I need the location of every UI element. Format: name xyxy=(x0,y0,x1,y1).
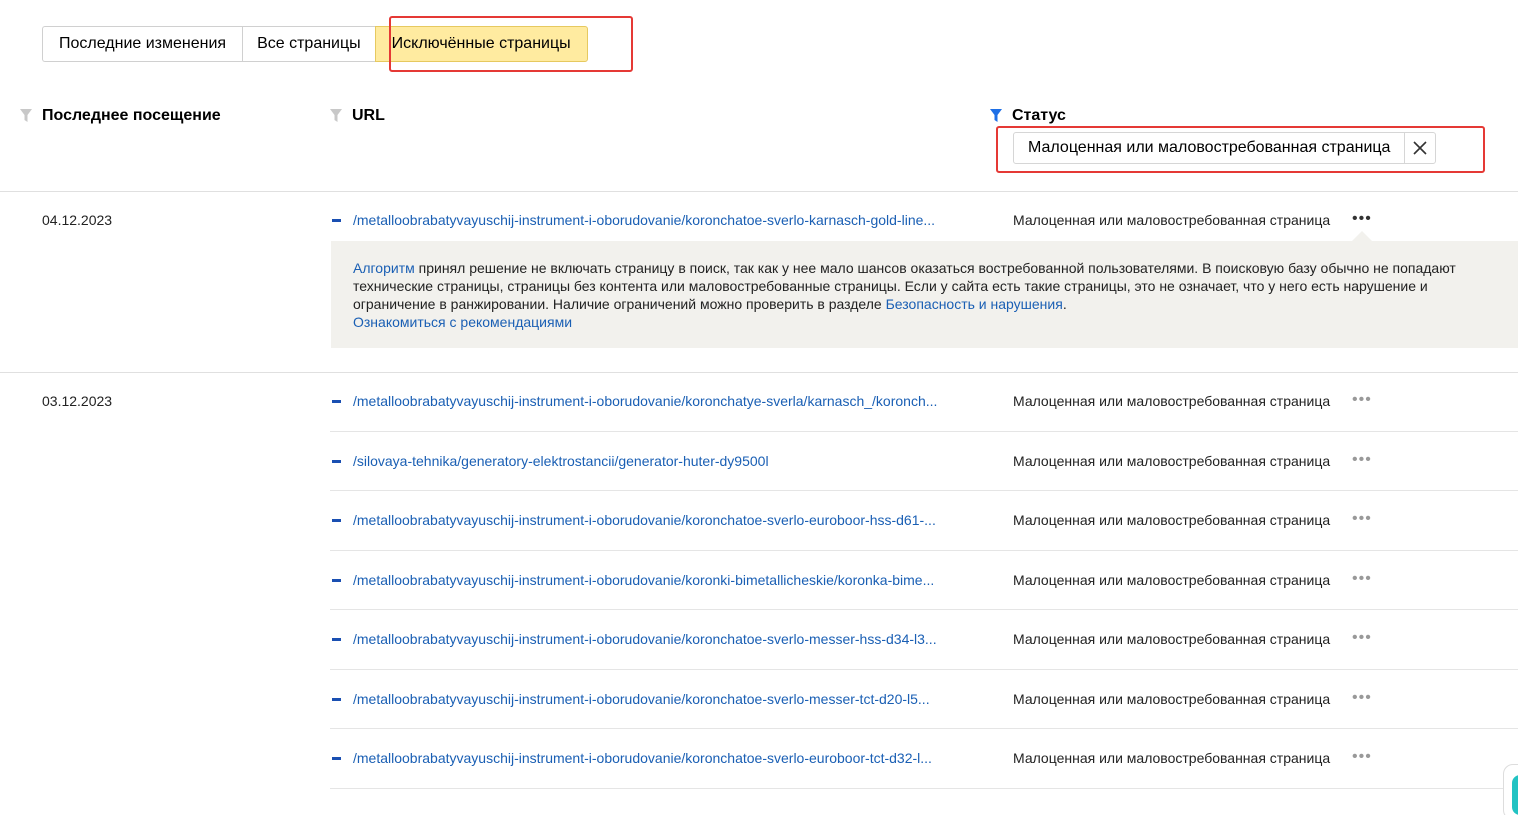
column-header-date[interactable]: Последнее посещение xyxy=(20,107,221,125)
info-panel: Алгоритм принял решение не включать стра… xyxy=(331,241,1518,348)
group-date: 03.12.2023 xyxy=(42,393,113,409)
minus-icon[interactable] xyxy=(332,460,341,463)
table-row[interactable]: /metalloobrabatyvayuschij-instrument-i-o… xyxy=(330,511,1518,571)
row-divider xyxy=(330,728,1518,729)
minus-icon[interactable] xyxy=(332,698,341,701)
url-link[interactable]: /metalloobrabatyvayuschij-instrument-i-o… xyxy=(353,393,983,409)
table-row[interactable]: /metalloobrabatyvayuschij-instrument-i-o… xyxy=(330,630,1518,690)
table-row[interactable]: /metalloobrabatyvayuschij-instrument-i-o… xyxy=(330,749,1518,809)
url-link[interactable]: /metalloobrabatyvayuschij-instrument-i-o… xyxy=(353,750,983,766)
row-status: Малоценная или маловостребованная страни… xyxy=(1013,691,1331,707)
row-divider xyxy=(330,669,1518,670)
column-header-url-label: URL xyxy=(352,107,385,124)
row-status: Малоценная или маловостребованная страни… xyxy=(1013,212,1331,228)
algorithm-link[interactable]: Алгоритм xyxy=(353,260,415,276)
table-row[interactable]: /silovaya-tehnika/generatory-elektrostan… xyxy=(330,452,1518,512)
minus-icon[interactable] xyxy=(332,757,341,760)
url-link[interactable]: /metalloobrabatyvayuschij-instrument-i-o… xyxy=(353,572,983,588)
row-status: Малоценная или маловостребованная страни… xyxy=(1013,393,1331,409)
more-icon[interactable]: ••• xyxy=(1352,630,1372,646)
row-status: Малоценная или маловостребованная страни… xyxy=(1013,572,1331,588)
row-divider xyxy=(330,431,1518,432)
column-header-date-label: Последнее посещение xyxy=(42,107,221,124)
minus-icon[interactable] xyxy=(332,579,341,582)
minus-icon[interactable] xyxy=(332,638,341,641)
table-row[interactable]: /metalloobrabatyvayuschij-instrument-i-o… xyxy=(330,571,1518,631)
tab-all-pages[interactable]: Все страницы xyxy=(242,26,375,62)
info-text-3: ограничение в ранжировании. Наличие огра… xyxy=(353,296,886,312)
table-row[interactable]: /metalloobrabatyvayuschij-instrument-i-o… xyxy=(330,690,1518,750)
close-icon[interactable] xyxy=(1405,133,1435,163)
url-link[interactable]: /metalloobrabatyvayuschij-instrument-i-o… xyxy=(353,512,983,528)
filter-icon[interactable] xyxy=(330,109,342,123)
row-divider xyxy=(330,609,1518,610)
tab-recent-changes[interactable]: Последние изменения xyxy=(42,26,243,62)
info-line-3: ограничение в ранжировании. Наличие огра… xyxy=(353,295,1518,313)
filter-icon[interactable] xyxy=(20,109,32,123)
url-link[interactable]: /metalloobrabatyvayuschij-instrument-i-o… xyxy=(353,212,983,228)
minus-icon[interactable] xyxy=(332,219,341,222)
more-icon[interactable]: ••• xyxy=(1352,690,1372,706)
row-status: Малоценная или маловостребованная страни… xyxy=(1013,453,1331,469)
recommendations-link[interactable]: Ознакомиться с рекомендациями xyxy=(353,314,572,330)
info-text-4: . xyxy=(1062,296,1067,312)
row-divider xyxy=(330,550,1518,551)
url-link[interactable]: /silovaya-tehnika/generatory-elektrostan… xyxy=(353,453,983,469)
assistant-button[interactable] xyxy=(1503,764,1518,815)
info-pointer xyxy=(1352,231,1372,241)
assistant-icon xyxy=(1512,775,1518,815)
column-header-status[interactable]: Статус xyxy=(990,107,1066,125)
url-link[interactable]: /metalloobrabatyvayuschij-instrument-i-o… xyxy=(353,691,983,707)
table-row[interactable]: /metalloobrabatyvayuschij-instrument-i-o… xyxy=(330,392,1518,452)
status-filter-chip[interactable]: Малоценная или маловостребованная страни… xyxy=(1013,132,1437,164)
minus-icon[interactable] xyxy=(332,400,341,403)
info-line-1: Алгоритм принял решение не включать стра… xyxy=(353,259,1518,277)
more-icon[interactable]: ••• xyxy=(1352,392,1372,408)
more-icon[interactable]: ••• xyxy=(1352,511,1372,527)
header-divider xyxy=(0,191,1518,192)
row-status: Малоценная или маловостребованная страни… xyxy=(1013,750,1331,766)
info-text-1: принял решение не включать страницу в по… xyxy=(414,260,1456,276)
minus-icon[interactable] xyxy=(332,519,341,522)
row-divider xyxy=(330,490,1518,491)
status-filter-value: Малоценная или маловостребованная страни… xyxy=(1014,133,1406,163)
row-status: Малоценная или маловостребованная страни… xyxy=(1013,512,1331,528)
row-divider xyxy=(330,788,1518,789)
more-icon[interactable]: ••• xyxy=(1352,749,1372,765)
info-line-4: Ознакомиться с рекомендациями xyxy=(353,313,1518,331)
column-header-url[interactable]: URL xyxy=(330,107,385,125)
group-date: 04.12.2023 xyxy=(42,212,113,228)
filter-active-icon[interactable] xyxy=(990,109,1002,123)
row-status: Малоценная или маловостребованная страни… xyxy=(1013,631,1331,647)
info-text-2: технические страницы, страницы без конте… xyxy=(353,278,1428,294)
more-icon[interactable]: ••• xyxy=(1352,452,1372,468)
security-link[interactable]: Безопасность и нарушения xyxy=(886,296,1063,312)
tab-excluded-pages[interactable]: Исключённые страницы xyxy=(374,26,588,62)
more-icon[interactable]: ••• xyxy=(1352,211,1372,227)
tabs: Последние изменения Все страницы Исключё… xyxy=(42,26,588,62)
url-link[interactable]: /metalloobrabatyvayuschij-instrument-i-o… xyxy=(353,631,983,647)
group-divider xyxy=(0,372,1518,373)
more-icon[interactable]: ••• xyxy=(1352,571,1372,587)
column-header-status-label: Статус xyxy=(1012,107,1066,124)
